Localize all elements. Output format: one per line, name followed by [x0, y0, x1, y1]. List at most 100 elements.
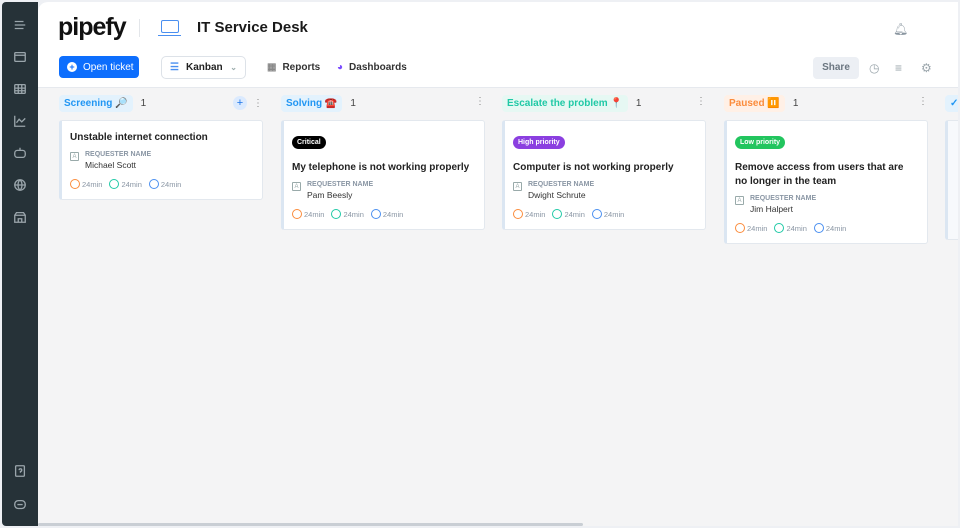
field-value: Dwight Schrute [528, 190, 586, 200]
timer-value: 24min [825, 223, 847, 233]
timer-value: 24min [382, 209, 404, 219]
timer: 24min [370, 209, 404, 219]
bot-icon[interactable] [11, 144, 29, 162]
clock-icon [70, 179, 80, 189]
card-count: 1 [350, 97, 356, 109]
field-label: REQUESTER NAME [528, 181, 595, 188]
view-select[interactable]: ☰ Kanban ⌄ [161, 56, 246, 79]
kanban-icon: ☰ [170, 62, 179, 73]
timer: 24min [813, 223, 847, 233]
text-field-icon: A [513, 182, 522, 191]
plus-icon: + [67, 62, 77, 72]
horizontal-scrollbar[interactable] [38, 523, 583, 526]
inbox-icon[interactable] [11, 48, 29, 66]
timer: 24min [148, 179, 182, 189]
open-ticket-label: Open ticket [83, 61, 134, 73]
timer-value: 24min [786, 223, 807, 233]
share-button[interactable]: Share [813, 57, 859, 79]
laptop-icon [158, 20, 181, 36]
store-icon[interactable] [11, 208, 29, 226]
gear-icon[interactable]: ⚙ [921, 61, 932, 75]
sidebar [2, 2, 38, 526]
chevron-down-icon: ⌄ [230, 63, 237, 72]
timer-value: 24min [82, 179, 103, 189]
card-title: Computer is not working properly [513, 162, 674, 173]
field-value: Jim Halpert [750, 204, 793, 214]
card-count: 1 [635, 97, 642, 109]
timer: 24min [552, 209, 585, 219]
globe-icon[interactable] [11, 176, 29, 194]
timer-value: 24min [121, 179, 142, 189]
timer: 24min [292, 209, 324, 219]
done-icon: ✓ [945, 94, 958, 112]
timer-value: 24min [525, 209, 546, 219]
card[interactable]: Low priority Remove access from users th… [724, 120, 928, 244]
card-title: Remove access from users that are no lon… [735, 162, 904, 187]
field-value: Pam Beesly [307, 190, 353, 200]
more-options-icon[interactable]: ⋮ [253, 98, 263, 109]
table-icon: ▦ [267, 62, 277, 73]
dashboard-icon: ◕ [337, 62, 344, 73]
column-title[interactable]: Paused ⏸️ [724, 94, 785, 112]
help-icon[interactable] [11, 462, 29, 480]
open-ticket-button[interactable]: + Open ticket [59, 56, 139, 78]
clock-icon [513, 209, 523, 219]
add-card-button[interactable]: + [233, 96, 247, 110]
column: Paused ⏸️ 1 ⋮ Low priority Remove access… [724, 94, 928, 244]
column: Escalate the problem 📍 1 ⋮ High priority… [502, 94, 706, 230]
view-label: Kanban [185, 62, 223, 73]
column-title[interactable]: Escalate the problem 📍 [502, 94, 628, 112]
column-title[interactable]: Solving ☎️ [281, 94, 343, 112]
field-value: Michael Scott [85, 160, 137, 170]
priority-badge: Critical [292, 136, 326, 149]
refresh-icon [813, 223, 824, 233]
card-title: My telephone is not working properly [292, 162, 470, 173]
timer-value: 24min [343, 209, 364, 219]
menu-icon[interactable] [11, 16, 29, 34]
column-header: Solving ☎️ 1 ⋮ [281, 94, 485, 112]
priority-badge: Low priority [735, 136, 786, 149]
chat-icon[interactable] [11, 496, 29, 514]
more-options-icon[interactable]: ⋮ [475, 96, 485, 107]
card-count: 1 [140, 97, 147, 109]
timer: 24min [331, 209, 364, 219]
card[interactable]: Critical My telephone is not working pro… [281, 120, 485, 230]
chart-icon[interactable] [11, 112, 29, 130]
bell-icon[interactable]: 🔔︎ [893, 22, 908, 36]
text-field-icon: A [292, 182, 301, 191]
more-options-icon[interactable]: ⋮ [918, 96, 928, 107]
timer-value: 24min [564, 209, 585, 219]
table-icon[interactable] [11, 80, 29, 98]
priority-badge: High priority [513, 136, 565, 149]
page-title: IT Service Desk [197, 19, 308, 36]
pipefy-logo[interactable]: pipefy [58, 13, 127, 42]
card[interactable] [945, 120, 958, 240]
column-header: Paused ⏸️ 1 ⋮ [724, 94, 928, 112]
timer-value: 24min [304, 209, 325, 219]
timer-icon [774, 223, 785, 233]
refresh-icon [148, 179, 159, 189]
more-options-icon[interactable]: ⋮ [696, 96, 706, 107]
dashboards-link[interactable]: ◕ Dashboards [337, 62, 407, 73]
column-title[interactable]: Screening 🔎 [59, 94, 133, 112]
column-header: Escalate the problem 📍 1 ⋮ [502, 94, 706, 112]
text-field-icon: A [735, 196, 744, 205]
card[interactable]: Unstable internet connection A REQUESTER… [59, 120, 263, 200]
card[interactable]: High priority Computer is not working pr… [502, 120, 706, 230]
filter-icon[interactable]: ≡ [895, 61, 902, 75]
reports-link[interactable]: ▦ Reports [267, 62, 320, 73]
card-count: 1 [792, 97, 799, 109]
timer-value: 24min [603, 209, 625, 219]
clock-icon [292, 209, 302, 219]
reports-label: Reports [282, 62, 321, 73]
column-header: Screening 🔎 1 + ⋮ [59, 94, 263, 112]
history-icon[interactable]: ◷ [869, 61, 879, 75]
timer-value: 24min [160, 179, 182, 189]
refresh-icon [370, 209, 381, 219]
timer: 24min [109, 179, 142, 189]
timer: 24min [735, 223, 767, 233]
clock-icon [735, 223, 745, 233]
card-title: Unstable internet connection [70, 132, 208, 143]
divider [139, 19, 140, 37]
field-label: REQUESTER NAME [85, 151, 152, 158]
